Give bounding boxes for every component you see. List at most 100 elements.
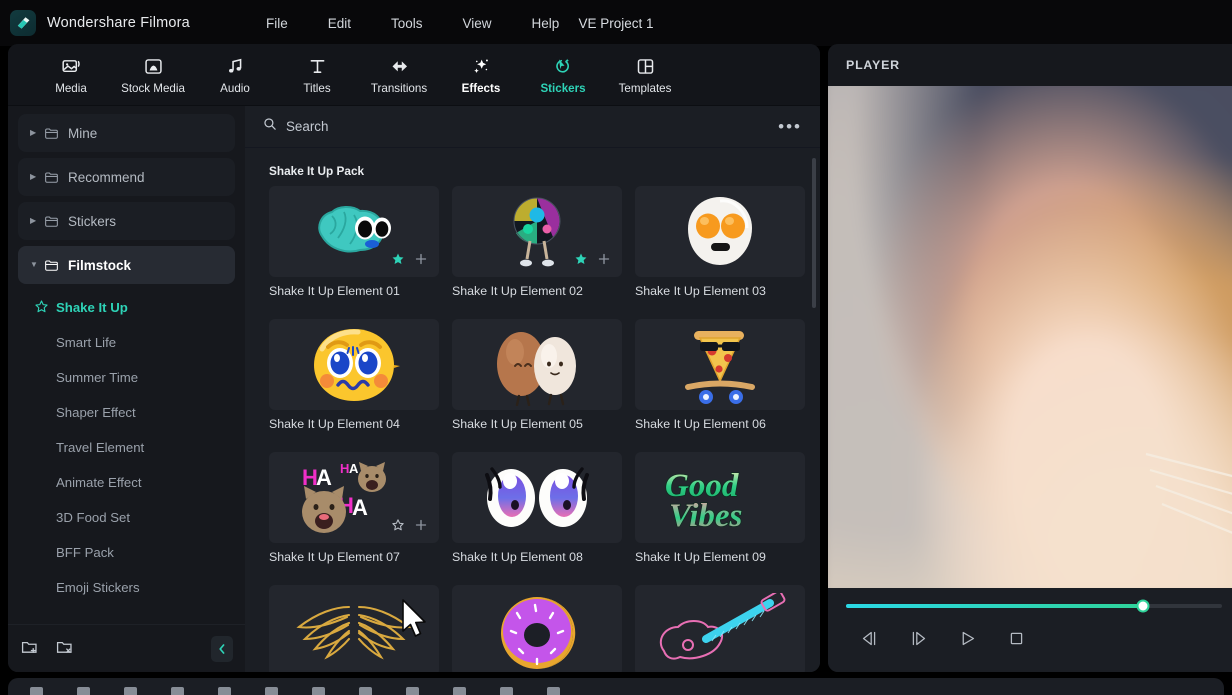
sidebar-folder-stickers[interactable]: ▶ Stickers — [18, 202, 235, 240]
sidebar-item-animate-effect[interactable]: Animate Effect — [18, 465, 235, 500]
sidebar-scroll[interactable]: ▶ Mine ▶ Recommend ▶ Stickers ▼ Filmstoc… — [8, 106, 245, 624]
favorite-star-icon[interactable] — [391, 518, 405, 537]
menu-help[interactable]: Help — [512, 10, 580, 37]
sticker-item[interactable]: Shake It Up Element 06 — [635, 319, 805, 439]
tab-transitions-label: Transitions — [370, 82, 428, 95]
sticker-thumbnail[interactable] — [269, 186, 439, 277]
sidebar-folder-mine-label: Mine — [68, 125, 98, 141]
previous-frame-button[interactable] — [860, 630, 879, 647]
text-icon[interactable] — [406, 687, 419, 695]
sidebar-item-emoji-stickers[interactable]: Emoji Stickers — [18, 570, 235, 605]
tab-media[interactable]: Media — [30, 54, 112, 95]
sticker-thumbnail[interactable] — [269, 585, 439, 672]
undo-icon[interactable] — [30, 687, 43, 695]
play-button[interactable] — [958, 630, 977, 647]
color-icon[interactable] — [312, 687, 325, 695]
tab-audio[interactable]: Audio — [194, 54, 276, 95]
sticker-thumbnail[interactable] — [635, 585, 805, 672]
sticker-label: Shake It Up Element 07 — [269, 550, 400, 564]
zoom-icon[interactable] — [547, 687, 560, 695]
sticker-item[interactable]: Shake It Up Element 01 — [269, 186, 439, 306]
redo-icon[interactable] — [77, 687, 90, 695]
sticker-grid-scroll[interactable]: Shake It Up Pack Shake It Up Element 01 … — [245, 148, 820, 672]
sticker-thumbnail[interactable]: Good Vibes — [635, 452, 805, 543]
menu-tools[interactable]: Tools — [371, 10, 443, 37]
sticker-item[interactable]: Shake It Up Element 04 — [269, 319, 439, 439]
svg-text:H: H — [340, 461, 349, 476]
sticker-thumbnail[interactable] — [452, 452, 622, 543]
split-icon[interactable] — [171, 687, 184, 695]
speed-icon[interactable] — [265, 687, 278, 695]
sidebar-folder-mine[interactable]: ▶ Mine — [18, 114, 235, 152]
tab-transitions[interactable]: Transitions — [358, 54, 440, 95]
svg-text:A: A — [349, 461, 359, 476]
sidebar-item-bff-pack[interactable]: BFF Pack — [18, 535, 235, 570]
svg-text:A: A — [352, 495, 368, 520]
tab-effects[interactable]: Effects — [440, 54, 522, 95]
delete-icon[interactable] — [124, 687, 137, 695]
sticker-label: Shake It Up Element 09 — [635, 550, 766, 564]
sticker-thumbnail[interactable] — [452, 319, 622, 410]
sidebar-item-3d-food-set[interactable]: 3D Food Set — [18, 500, 235, 535]
menu-edit[interactable]: Edit — [308, 10, 371, 37]
sticker-label: Shake It Up Element 06 — [635, 417, 766, 431]
stop-button[interactable] — [1007, 630, 1026, 647]
sticker-thumbnail[interactable] — [635, 319, 805, 410]
playhead-track[interactable] — [846, 599, 1222, 613]
tab-effects-label: Effects — [461, 82, 501, 95]
pack-title: Shake It Up Pack — [269, 164, 365, 178]
sidebar-item-smart-life[interactable]: Smart Life — [18, 325, 235, 360]
marker-icon[interactable] — [453, 687, 466, 695]
tab-stock-media[interactable]: Stock Media — [112, 54, 194, 95]
record-icon[interactable] — [500, 687, 513, 695]
sticker-item[interactable]: Shake It Up Element 05 — [452, 319, 622, 439]
sidebar-collapse-button[interactable] — [211, 635, 233, 662]
sidebar-item-travel-element[interactable]: Travel Element — [18, 430, 235, 465]
library-panel: Media Stock Media Audio Titles Transitio… — [8, 44, 820, 672]
sticker-thumbnail[interactable] — [452, 186, 622, 277]
timeline-toolbar-icons — [8, 678, 1224, 695]
search-input[interactable]: Search — [263, 117, 778, 136]
playhead-knob[interactable] — [1136, 599, 1150, 613]
sticker-thumbnail[interactable]: H A H A H A — [269, 452, 439, 543]
sticker-item[interactable]: Shake It Up Element 03 — [635, 186, 805, 306]
sidebar-folder-recommend[interactable]: ▶ Recommend — [18, 158, 235, 196]
more-options-icon[interactable]: ••• — [778, 117, 802, 137]
next-frame-button[interactable] — [909, 630, 928, 647]
tab-stickers[interactable]: Stickers — [522, 54, 604, 95]
sticker-item[interactable]: H A H A H A Shake It Up Element 07 — [269, 452, 439, 572]
sticker-item[interactable] — [269, 585, 439, 672]
add-plus-icon[interactable] — [413, 517, 429, 538]
menu-file[interactable]: File — [246, 10, 308, 37]
video-preview-stage[interactable] — [828, 86, 1232, 588]
favorite-star-icon[interactable] — [391, 252, 405, 271]
grid-scrollbar[interactable] — [812, 158, 816, 308]
sticker-item[interactable] — [452, 585, 622, 672]
sticker-thumbnail[interactable] — [269, 319, 439, 410]
pizza-skateboard-sticker-art — [685, 330, 755, 404]
crop-icon[interactable] — [218, 687, 231, 695]
tab-titles[interactable]: Titles — [276, 54, 358, 95]
new-folder-icon[interactable] — [20, 637, 39, 661]
sticker-thumbnail[interactable] — [635, 186, 805, 277]
sidebar-item-shaper-effect[interactable]: Shaper Effect — [18, 395, 235, 430]
sticker-item[interactable]: Shake It Up Element 02 — [452, 186, 622, 306]
sticker-item[interactable]: Shake It Up Element 08 — [452, 452, 622, 572]
star-icon — [34, 299, 49, 317]
add-plus-icon[interactable] — [596, 251, 612, 272]
tab-templates[interactable]: Templates — [604, 54, 686, 95]
audio-detach-icon[interactable] — [359, 687, 372, 695]
sticker-thumbnail[interactable] — [452, 585, 622, 672]
favorite-star-icon[interactable] — [574, 252, 588, 271]
templates-layout-icon — [635, 56, 656, 77]
add-plus-icon[interactable] — [413, 251, 429, 272]
sticker-item[interactable]: Good Vibes Shake It Up Element 09 — [635, 452, 805, 572]
sidebar-item-emoji-stickers-label: Emoji Stickers — [56, 580, 140, 595]
menu-view[interactable]: View — [443, 10, 512, 37]
sidebar-item-shake-it-up[interactable]: Shake It Up — [18, 290, 235, 325]
delete-folder-icon[interactable] — [55, 637, 74, 661]
sticker-item[interactable] — [635, 585, 805, 672]
sidebar-folder-filmstock[interactable]: ▼ Filmstock — [18, 246, 235, 284]
sidebar-item-summer-time[interactable]: Summer Time — [18, 360, 235, 395]
playhead-track-row — [846, 588, 1222, 613]
